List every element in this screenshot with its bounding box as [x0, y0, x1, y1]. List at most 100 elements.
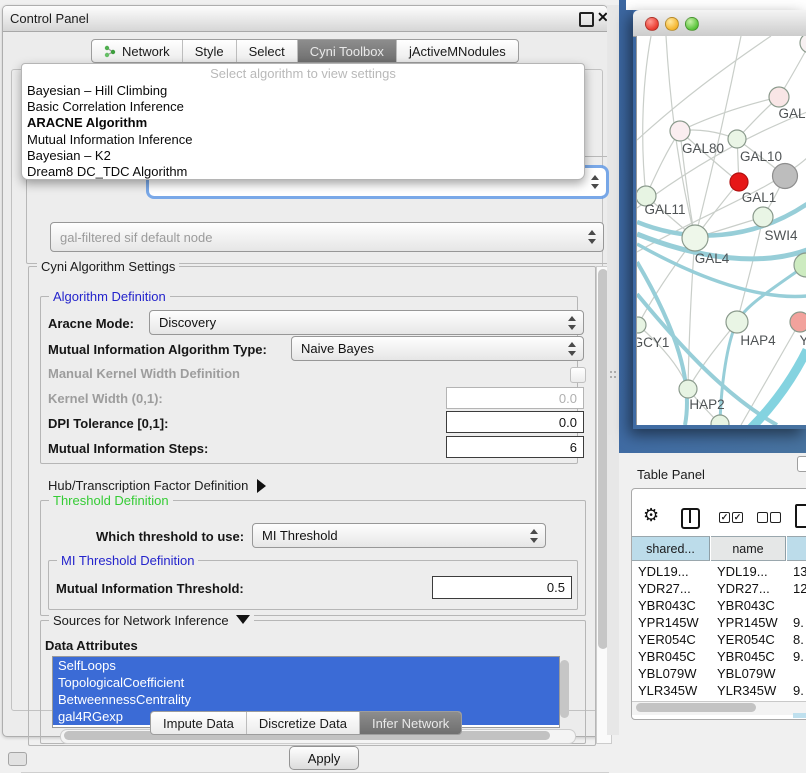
control-panel-titlebar[interactable]: Control Panel ✕	[3, 6, 607, 32]
manual-kernel-checkbox[interactable]	[570, 367, 586, 383]
network-node[interactable]	[800, 36, 806, 53]
table-cell[interactable]	[793, 597, 806, 614]
collapsed-panel-chip[interactable]	[8, 752, 27, 766]
table-cell[interactable]: YBR045C	[638, 648, 708, 665]
document-icon[interactable]	[795, 504, 806, 528]
table-cell[interactable]: 9.	[793, 648, 806, 665]
table-cell[interactable]: YDL19...	[717, 563, 784, 580]
tab-cyni-toolbox[interactable]: Cyni Toolbox	[298, 40, 397, 62]
panel-divider[interactable]	[607, 5, 619, 735]
kernel-width-field[interactable]: 0.0	[446, 387, 584, 409]
dpi-tolerance-label: DPI Tolerance [0,1]:	[48, 416, 168, 431]
table-cell[interactable]: YBR045C	[717, 648, 784, 665]
mi-type-combobox[interactable]: Naive Bayes	[291, 336, 584, 361]
which-threshold-value: MI Threshold	[262, 528, 338, 543]
which-threshold-combobox[interactable]: MI Threshold	[252, 523, 546, 548]
columns-icon[interactable]	[681, 508, 700, 529]
table-cell[interactable]	[793, 665, 806, 682]
mi-threshold-field[interactable]: 0.5	[432, 576, 572, 599]
table-cell[interactable]: YBL079W	[638, 665, 708, 682]
network-edge	[643, 36, 651, 196]
table-horizontal-scrollbar-thumb[interactable]	[636, 703, 756, 712]
table-cell[interactable]: YBL079W	[717, 665, 784, 682]
table-panel-dock-control[interactable]	[797, 456, 806, 472]
tab-label: jActiveMNodules	[409, 44, 506, 59]
tab-impute-data[interactable]: Impute Data	[151, 712, 247, 734]
gear-icon[interactable]: ⚙	[643, 505, 659, 526]
spinner-icon	[567, 316, 576, 330]
sources-group-title[interactable]: Sources for Network Inference	[49, 613, 254, 628]
table-cell[interactable]: YDR27...	[638, 580, 708, 597]
network-node-swi4[interactable]	[753, 207, 773, 227]
algorithm-option[interactable]: Mutual Information Inference	[22, 132, 584, 148]
table-cell[interactable]: 9.	[793, 682, 806, 699]
tab-style[interactable]: Style	[183, 40, 237, 62]
unchecked-box-icon	[757, 512, 768, 523]
mi-type-label: Mutual Information Algorithm Type:	[48, 342, 267, 357]
apply-button[interactable]: Apply	[289, 746, 359, 770]
algorithm-option[interactable]: ARACNE Algorithm	[22, 115, 584, 131]
network-window-titlebar[interactable]	[633, 10, 806, 37]
table-cell[interactable]: 9.	[793, 614, 806, 631]
algorithm-option[interactable]: Bayesian – Hill Climbing	[22, 83, 584, 99]
network-node-gal[interactable]	[769, 87, 789, 107]
network-edge	[680, 97, 779, 131]
table-cell[interactable]: YBR043C	[638, 597, 708, 614]
attribute-list-item[interactable]: BetweennessCentrality	[53, 691, 559, 708]
table-cell[interactable]: 12	[793, 580, 806, 597]
dpi-tolerance-field[interactable]: 0.0	[446, 411, 584, 433]
divider-grip-icon[interactable]	[610, 371, 616, 379]
select-all-checks-icon[interactable]: ✓ ✓	[719, 512, 743, 523]
table-cell[interactable]: 13	[793, 563, 806, 580]
table-cell[interactable]: YPR145W	[638, 614, 708, 631]
column-header-a[interactable]: A	[787, 536, 806, 561]
mi-steps-field[interactable]: 6	[446, 436, 584, 458]
attribute-list-item[interactable]: SelfLoops	[53, 657, 559, 674]
table-cell[interactable]: YDL19...	[638, 563, 708, 580]
table-cell[interactable]: YBR043C	[717, 597, 784, 614]
hub-definition-toggle[interactable]: Hub/Transcription Factor Definition	[48, 478, 266, 493]
table-cell[interactable]: YDR27...	[717, 580, 784, 597]
table-cell[interactable]: 8.	[793, 631, 806, 648]
tab-jactivemnodules[interactable]: jActiveMNodules	[397, 40, 518, 62]
tab-network[interactable]: Network	[92, 40, 183, 62]
column-header-name[interactable]: name	[711, 536, 786, 561]
tab-label: Select	[249, 44, 285, 59]
network-combobox[interactable]: gal-filtered sif default node	[50, 222, 604, 252]
network-window-top	[626, 0, 806, 10]
algorithm-option[interactable]: Basic Correlation Inference	[22, 99, 584, 115]
network-node[interactable]	[773, 164, 798, 189]
list-vertical-scrollbar[interactable]	[560, 660, 569, 718]
network-node-gal1[interactable]	[730, 173, 748, 191]
network-node[interactable]	[711, 415, 729, 425]
network-node-y[interactable]	[790, 312, 806, 332]
zoom-traffic-light-icon[interactable]	[685, 17, 699, 31]
table-cell[interactable]: YER054C	[638, 631, 708, 648]
tab-discretize-data[interactable]: Discretize Data	[247, 712, 360, 734]
attribute-list-item[interactable]: TopologicalCoefficient	[53, 674, 559, 691]
table-cell[interactable]: YPR145W	[717, 614, 784, 631]
algorithm-option[interactable]: Dream8 DC_TDC Algorithm	[22, 164, 584, 180]
tab-infer-network[interactable]: Infer Network	[360, 712, 461, 734]
network-canvas[interactable]: GALGAL80GAL10GAL1GAL11SWI4GAL4GCY1HAP4YH…	[636, 36, 806, 425]
minimize-traffic-light-icon[interactable]	[665, 17, 679, 31]
unselect-all-checks-icon[interactable]	[757, 512, 781, 523]
close-traffic-light-icon[interactable]	[645, 17, 659, 31]
table-cell[interactable]: YER054C	[717, 631, 784, 648]
table-cell[interactable]: YLR345W	[638, 682, 708, 699]
node-label: GAL11	[644, 202, 685, 217]
network-node-gal4[interactable]	[682, 225, 708, 251]
aracne-mode-combobox[interactable]: Discovery	[149, 310, 584, 335]
network-node-gal80[interactable]	[670, 121, 690, 141]
window-title: Control Panel	[10, 11, 89, 26]
algorithm-option[interactable]: Bayesian – K2	[22, 148, 584, 164]
network-node-hap4[interactable]	[726, 311, 748, 333]
unchecked-box-icon	[770, 512, 781, 523]
network-node-gal10[interactable]	[728, 130, 746, 148]
tab-select[interactable]: Select	[237, 40, 298, 62]
column-header-shared[interactable]: shared...	[632, 536, 710, 561]
network-node-hap2[interactable]	[679, 380, 697, 398]
node-label: GAL	[778, 106, 806, 121]
table-cell[interactable]: YLR345W	[717, 682, 784, 699]
restore-icon[interactable]	[579, 12, 594, 27]
